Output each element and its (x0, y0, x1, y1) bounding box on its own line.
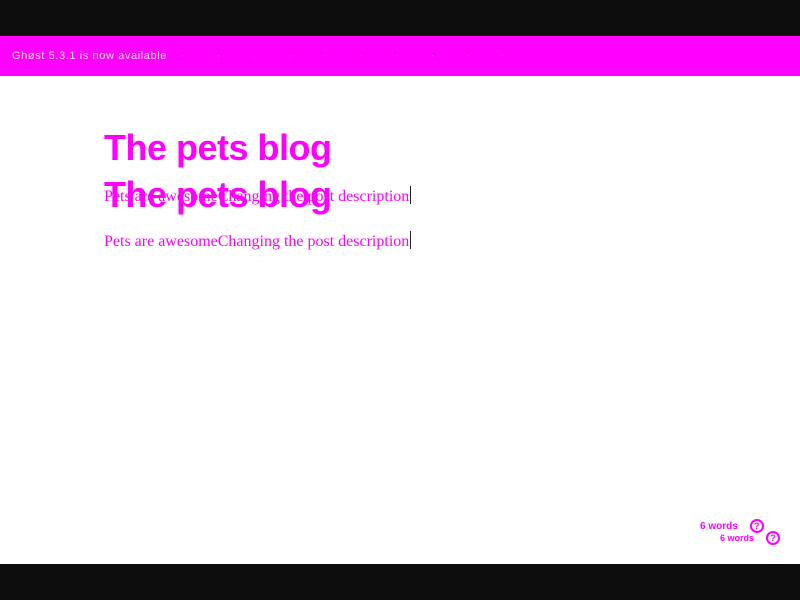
post-description[interactable]: Pets are awesomeChanging the post descri… (104, 231, 412, 250)
word-count: 6 words (720, 533, 755, 543)
faint-item: · (288, 50, 300, 62)
update-notice-bar[interactable]: Ghøst 5.3.1 is now available · · · · · ·… (0, 36, 800, 76)
faint-item: · (252, 50, 264, 62)
update-notice-faint-items: · · · · · · · · · · (181, 50, 514, 62)
faint-item: · (430, 50, 443, 62)
text-caret (410, 231, 412, 249)
text-caret (410, 186, 412, 204)
help-circle-icon[interactable]: ? (766, 531, 781, 545)
faint-item: · (359, 50, 372, 62)
word-count: 6 words (700, 520, 738, 532)
faint-item: · (395, 50, 407, 62)
faint-item: · (323, 50, 336, 62)
update-notice-text: Ghøst 5.3.1 is now available (12, 50, 167, 62)
post-title-ghost: The pets blog (104, 174, 332, 215)
top-black-bar (0, 0, 800, 36)
faint-item: · (216, 50, 229, 62)
faint-item: · (502, 50, 514, 62)
word-count-row: 6 words ? (720, 531, 781, 545)
editor-canvas[interactable]: The pets blog Pets are awesomeChanging t… (0, 76, 800, 564)
post-description-text[interactable]: Pets are awesomeChanging the post descri… (104, 233, 409, 250)
faint-item: · (466, 50, 479, 62)
faint-item: · (180, 50, 193, 62)
post-title[interactable]: The pets blog (104, 130, 332, 166)
bottom-black-bar (0, 564, 800, 600)
